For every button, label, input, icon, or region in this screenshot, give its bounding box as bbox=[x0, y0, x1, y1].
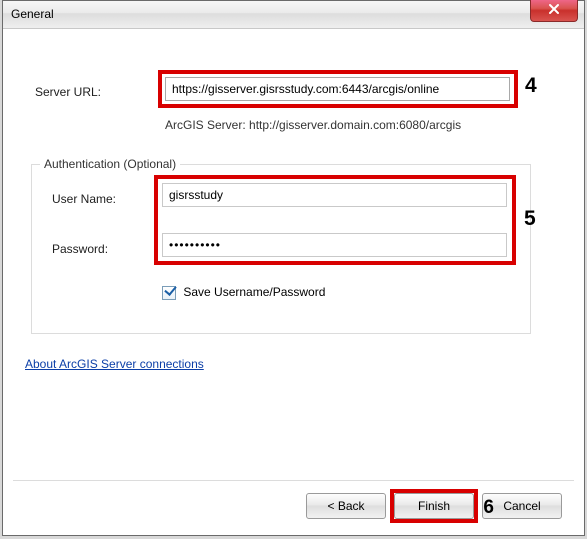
server-url-hint: ArcGIS Server: http://gisserver.domain.c… bbox=[165, 118, 461, 132]
titlebar: General bbox=[3, 1, 584, 29]
authentication-legend: Authentication (Optional) bbox=[40, 157, 180, 171]
username-label: User Name: bbox=[52, 192, 116, 206]
back-button[interactable]: < Back bbox=[306, 493, 386, 519]
save-credentials-label: Save Username/Password bbox=[183, 285, 325, 299]
annotation-number-4: 4 bbox=[525, 74, 537, 98]
separator bbox=[13, 480, 574, 481]
annotation-number-5: 5 bbox=[524, 207, 536, 231]
password-input[interactable] bbox=[162, 233, 507, 257]
button-row: < Back Finish Cancel bbox=[306, 493, 562, 519]
window-title: General bbox=[11, 7, 54, 21]
about-connections-link[interactable]: About ArcGIS Server connections bbox=[25, 357, 204, 371]
checkbox-icon bbox=[162, 286, 176, 300]
close-button[interactable] bbox=[530, 0, 578, 22]
password-label: Password: bbox=[52, 242, 108, 256]
finish-button[interactable]: Finish bbox=[394, 493, 474, 519]
username-input[interactable] bbox=[162, 183, 507, 207]
server-url-input[interactable] bbox=[165, 77, 510, 101]
cancel-button[interactable]: Cancel bbox=[482, 493, 562, 519]
annotation-number-6: 6 bbox=[483, 497, 494, 519]
close-icon bbox=[548, 3, 560, 18]
dialog-window: General Server URL: 4 ArcGIS Server: htt… bbox=[2, 0, 585, 536]
server-url-label: Server URL: bbox=[35, 85, 101, 99]
save-credentials-checkbox[interactable]: Save Username/Password bbox=[162, 285, 325, 300]
dialog-content: Server URL: 4 ArcGIS Server: http://giss… bbox=[13, 39, 574, 527]
authentication-group: Authentication (Optional) User Name: Pas… bbox=[31, 164, 531, 334]
